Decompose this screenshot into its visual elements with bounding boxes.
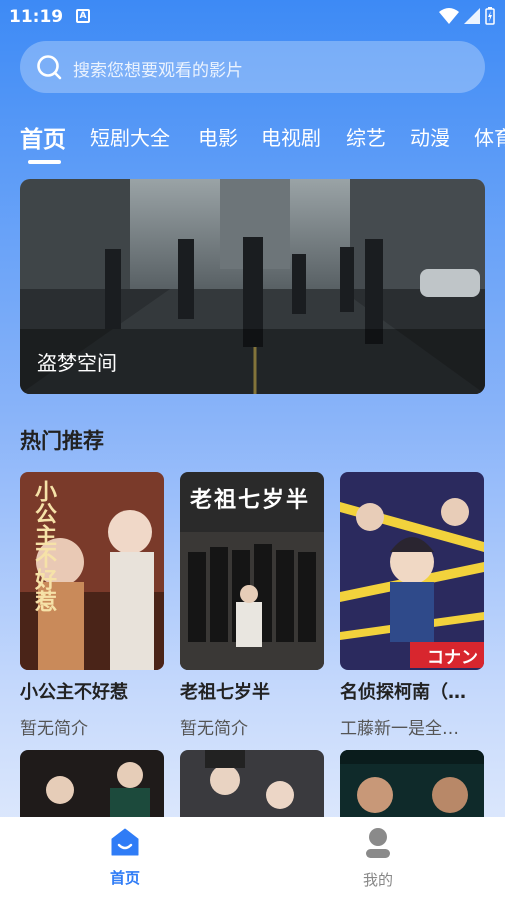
movie-title: 名侦探柯南（… [340, 682, 466, 703]
tab-sports[interactable]: 体育 [474, 122, 505, 151]
movie-title: 小公主不好惹 [20, 682, 128, 703]
movie-card[interactable]: コナン 名侦探柯南（… 工藤新一是全… [340, 472, 484, 739]
signal-icon [464, 8, 480, 24]
tab-tv-series[interactable]: 电视剧 [261, 122, 321, 151]
movie-card[interactable]: 老祖七岁半 老祖七岁半 暂无简介 [180, 472, 324, 739]
search-bar[interactable]: 搜索您想要观看的影片 [20, 41, 485, 93]
notification-icon: A [76, 9, 90, 23]
nav-home-label: 首页 [109, 869, 140, 887]
movie-description: 暂无简介 [180, 719, 248, 739]
user-icon [366, 828, 390, 858]
status-icons [439, 7, 495, 25]
movie-description: 暂无简介 [20, 719, 88, 739]
movie-poster[interactable] [180, 750, 324, 820]
movie-poster: 小公主不好惹 [20, 472, 164, 670]
poster-title-text: コナン [427, 648, 478, 668]
movie-poster: 老祖七岁半 [180, 472, 324, 670]
wifi-icon [439, 8, 459, 24]
banner-title: 盗梦空间 [37, 351, 117, 375]
poster-title-text: 老祖七岁半 [190, 487, 311, 513]
poster-title-text: 小公主不好惹 [31, 480, 57, 612]
battery-icon [485, 7, 495, 25]
tab-active-indicator [28, 160, 61, 164]
nav-mine[interactable]: 我的 [338, 827, 418, 890]
status-time: 11:19 [9, 7, 64, 27]
movie-description: 工藤新一是全… [340, 719, 459, 739]
tab-anime[interactable]: 动漫 [410, 122, 450, 151]
tab-variety[interactable]: 综艺 [346, 122, 386, 151]
movie-card[interactable]: 小公主不好惹 小公主不好惹 暂无简介 [20, 472, 164, 739]
nav-mine-label: 我的 [362, 871, 393, 889]
home-icon [111, 828, 139, 856]
movie-title: 老祖七岁半 [180, 682, 270, 703]
search-placeholder: 搜索您想要观看的影片 [73, 61, 243, 81]
movie-poster: コナン [340, 472, 484, 670]
search-icon [37, 55, 62, 80]
banner[interactable]: 盗梦空间 [20, 179, 485, 394]
tab-home[interactable]: 首页 [20, 120, 66, 154]
section-title: 热门推荐 [20, 429, 104, 453]
nav-home[interactable]: 首页 [85, 827, 165, 888]
tab-short-drama[interactable]: 短剧大全 [90, 122, 170, 151]
movie-poster[interactable] [340, 750, 484, 820]
category-tabs: 首页 短剧大全 电影 电视剧 综艺 动漫 体育 [20, 118, 505, 164]
status-bar: 11:19 A [0, 0, 505, 34]
bottom-navigation: 首页 我的 [0, 817, 505, 897]
tab-movie[interactable]: 电影 [198, 122, 238, 151]
movie-poster[interactable] [20, 750, 164, 820]
